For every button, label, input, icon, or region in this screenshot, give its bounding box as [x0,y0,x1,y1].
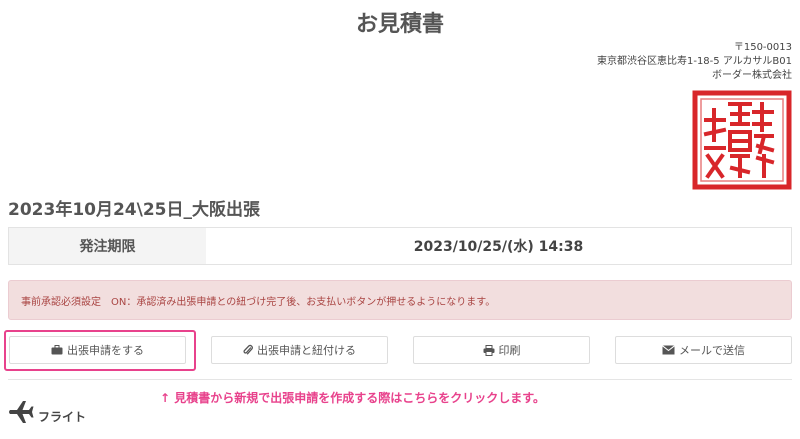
deadline-label: 発注期限 [9,228,206,264]
apply-trip-button[interactable]: 出張申請をする [9,336,186,364]
street-address: 東京都渋谷区恵比寿1-18-5 アルカサルB01 [596,56,792,67]
link-trip-button[interactable]: 出張申請と紐付ける [211,336,388,364]
page-title: お見積書 [355,12,444,37]
envelope-icon [662,345,675,355]
airplane-icon [9,400,34,423]
print-label: 印刷 [498,344,521,357]
print-button[interactable]: 印刷 [413,336,590,364]
company-name: ボーダー株式会社 [712,70,792,81]
briefcase-icon [51,345,63,355]
apply-trip-label: 出張申請をする [67,344,144,357]
apply-hint-text: ↑ 見積書から新規で出張申請を作成する際はこちらをクリックします。 [160,391,546,405]
alert-text: 事前承認必須設定 ON：承認済み出張申請との紐づけ完了後、お支払いボタンが押せる… [21,296,496,308]
send-email-button[interactable]: メールで送信 [615,336,792,364]
printer-icon [483,344,494,356]
flight-section-header: フライト [8,398,86,425]
company-seal [692,90,792,190]
flight-section-label: フライト [38,410,87,424]
trip-title: 2023年10月24\25日_大阪出張 [8,200,260,220]
postal-code: 〒150-0013 [733,42,792,53]
paperclip-icon [243,344,253,355]
deadline-value: 2023/10/25/(水) 14:38 [413,239,584,255]
link-trip-label: 出張申請と紐付ける [257,344,356,357]
send-email-label: メールで送信 [679,344,745,357]
company-address: 〒150-0013 東京都渋谷区恵比寿1-18-5 アルカサルB01 ボーダー株… [597,41,792,83]
pre-approval-alert: 事前承認必須設定 ON：承認済み出張申請との紐づけ完了後、お支払いボタンが押せる… [8,280,792,320]
section-divider [8,379,792,380]
order-deadline-row: 発注期限 2023/10/25/(水) 14:38 [8,227,792,265]
